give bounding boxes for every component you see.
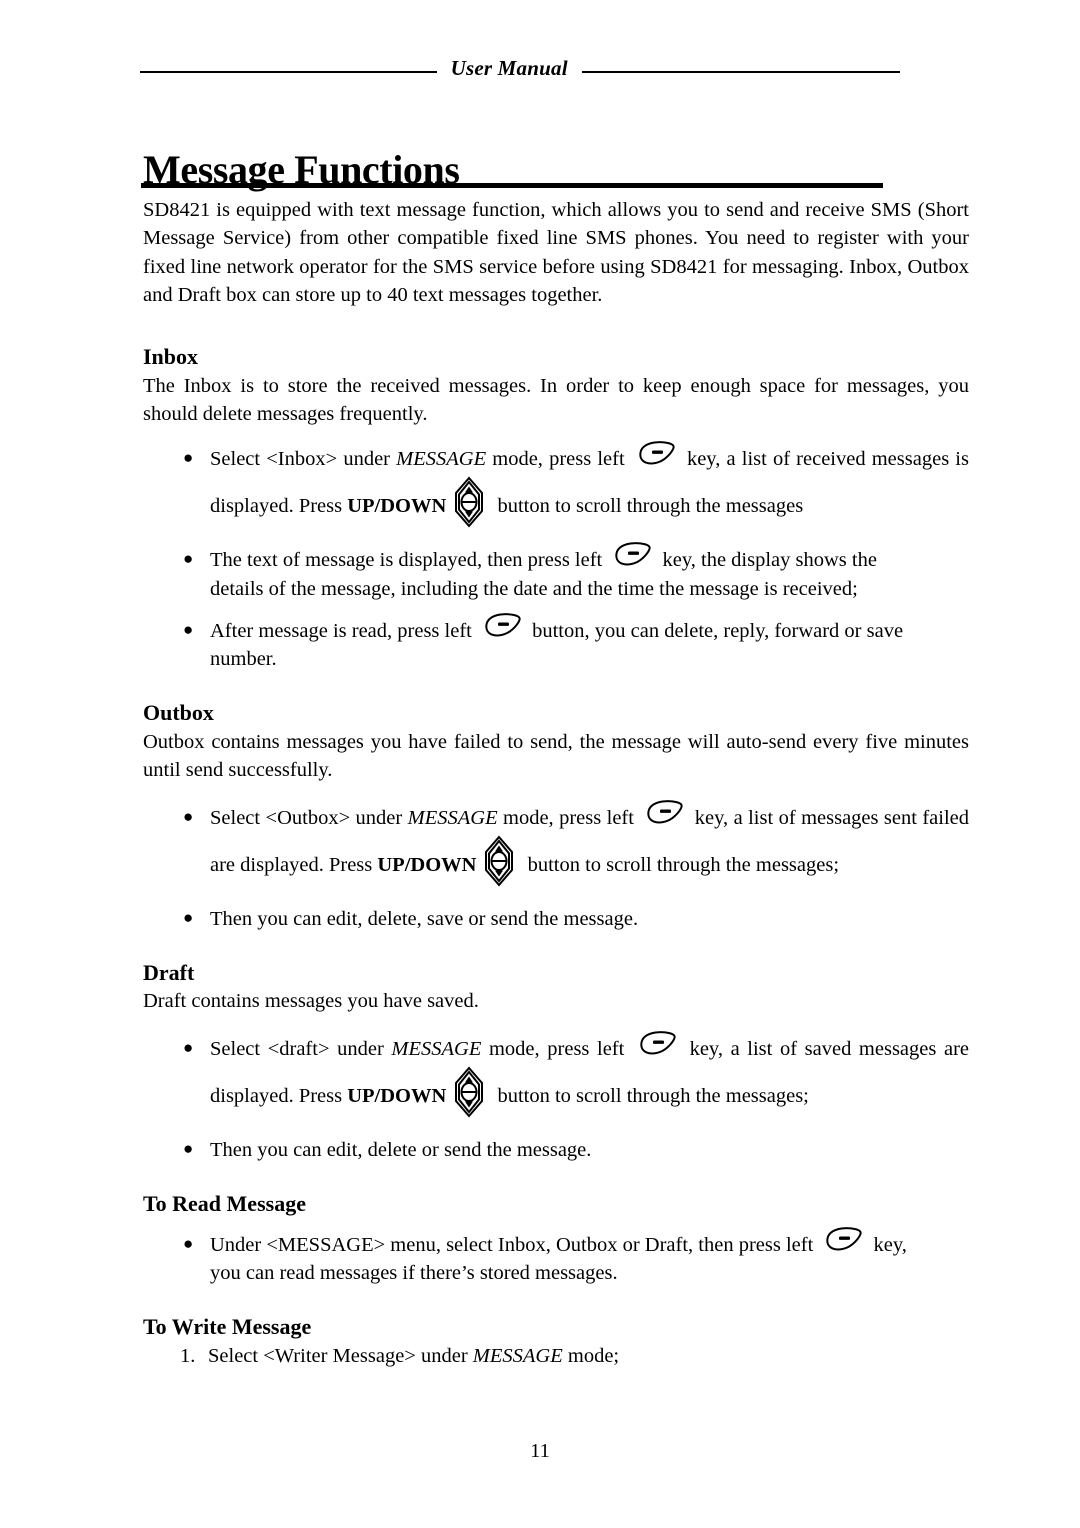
list-text-part: mode; (562, 1344, 620, 1367)
section-heading-draft: Draft (143, 959, 195, 985)
section-heading-outbox: Outbox (143, 700, 214, 726)
bullet-marker: ● (183, 907, 194, 927)
outbox-intro-paragraph: Outbox contains messages you have failed… (143, 731, 969, 782)
list-item: ● Then you can edit, delete or send the … (143, 1136, 969, 1164)
draft-intro-paragraph: Draft contains messages you have saved. (143, 990, 479, 1013)
bullet-text-part: mode, press left (481, 1037, 632, 1060)
title-underline-rule (141, 183, 883, 188)
updown-key-icon (449, 476, 489, 528)
inbox-intro-paragraph: The Inbox is to store the received messa… (143, 374, 969, 425)
bullet-text-part: button to scroll through the messages; (492, 1084, 809, 1107)
page-number: 11 (530, 1440, 550, 1462)
list-item: ● Select <Inbox> under MESSAGE mode, pre… (143, 438, 969, 532)
softkey-icon (642, 799, 686, 825)
bullet-text-part: you can read messages if there’s stored … (210, 1261, 618, 1284)
bullet-text-part: number. (210, 648, 277, 671)
bullet-text-part: mode, press left (497, 806, 640, 829)
softkey-icon (821, 1226, 865, 1252)
header-rule-left (140, 70, 437, 73)
bullet-text-part: Select <Outbox> under (210, 806, 408, 829)
bullet-text-part: button to scroll through the messages; (522, 853, 840, 876)
bullet-text-part: key, the display shows the (657, 549, 877, 572)
bullet-text-part: The text of message is displayed, then p… (210, 549, 608, 572)
bullet-marker: ● (183, 1037, 194, 1057)
bullet-text-part: After message is read, press left (210, 619, 477, 642)
list-item: ● Then you can edit, delete, save or sen… (143, 905, 969, 933)
bullet-marker: ● (183, 619, 194, 639)
emphasis-message-mode: MESSAGE (407, 806, 498, 829)
bullet-text-part: Select <Inbox> under (210, 448, 397, 471)
list-item: ● The text of message is displayed, then… (143, 542, 969, 603)
bullet-text-part: Then you can edit, delete or send the me… (210, 1138, 592, 1161)
page-header: User Manual (140, 56, 900, 83)
list-item: ● Select <Outbox> under MESSAGE mode, pr… (143, 797, 969, 891)
strong-updown-label: UP/DOWN (377, 853, 477, 876)
softkey-icon (634, 440, 678, 466)
document-body: SD8421 is equipped with text message fun… (143, 196, 969, 1370)
list-text-part: Select <Writer Message> under (208, 1344, 473, 1367)
emphasis-message-mode: MESSAGE (391, 1037, 482, 1060)
softkey-icon (610, 541, 654, 567)
list-item: 1. Select <Writer Message> under MESSAGE… (143, 1342, 969, 1370)
inbox-bullet-list: ● Select <Inbox> under MESSAGE mode, pre… (143, 438, 969, 673)
bullet-text-part: mode, press left (486, 448, 631, 471)
intro-paragraph: SD8421 is equipped with text message fun… (143, 199, 969, 306)
bullet-marker: ● (183, 1138, 194, 1158)
bullet-marker: ● (183, 806, 194, 826)
softkey-icon (635, 1030, 679, 1056)
bullet-text-part: Then you can edit, delete, save or send … (210, 907, 639, 930)
bullet-marker: ● (183, 1233, 194, 1253)
emphasis-message-mode: MESSAGE (396, 448, 487, 471)
bullet-text-part: Under <MESSAGE> menu, select Inbox, Outb… (210, 1233, 819, 1256)
bullet-text-part: button to scroll through the messages (492, 495, 804, 518)
list-number-marker: 1. (180, 1344, 196, 1367)
header-rule-right (581, 70, 900, 73)
draft-bullet-list: ● Select <draft> under MESSAGE mode, pre… (143, 1028, 969, 1164)
strong-updown-label: UP/DOWN (347, 1084, 447, 1107)
to-write-numbered-list: 1. Select <Writer Message> under MESSAGE… (143, 1342, 969, 1370)
bullet-marker: ● (183, 549, 194, 569)
list-item: ● Select <draft> under MESSAGE mode, pre… (143, 1028, 969, 1122)
section-heading-to-read-message: To Read Message (143, 1191, 306, 1217)
section-heading-to-write-message: To Write Message (143, 1314, 312, 1340)
to-read-bullet-list: ● Under <MESSAGE> menu, select Inbox, Ou… (143, 1226, 969, 1288)
bullet-text-part: details of the message, including the da… (210, 577, 858, 600)
list-item: ● After message is read, press left butt… (143, 613, 969, 674)
bullet-text-part: key, (868, 1233, 907, 1256)
running-header-title: User Manual (450, 56, 568, 80)
bullet-text-part: button, you can delete, reply, forward o… (526, 619, 904, 642)
softkey-icon (480, 612, 524, 638)
bullet-text-part: Select <draft> under (210, 1037, 392, 1060)
list-item: ● Under <MESSAGE> menu, select Inbox, Ou… (143, 1226, 969, 1288)
section-heading-inbox: Inbox (143, 344, 199, 370)
strong-updown-label: UP/DOWN (347, 495, 447, 518)
outbox-bullet-list: ● Select <Outbox> under MESSAGE mode, pr… (143, 797, 969, 933)
updown-key-icon (449, 1066, 489, 1118)
emphasis-message-mode: MESSAGE (472, 1344, 563, 1367)
bullet-marker: ● (183, 448, 194, 468)
updown-key-icon (479, 835, 519, 887)
